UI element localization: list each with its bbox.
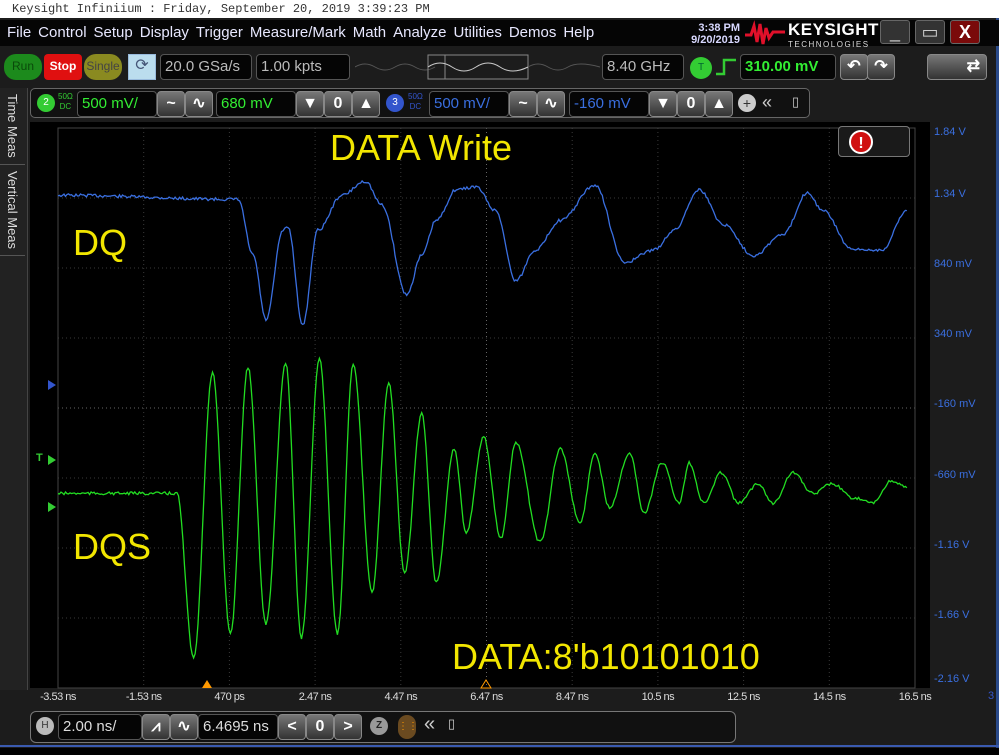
y-label: 340 mV [934, 328, 972, 340]
time-zoom-out-icon[interactable]: ⩘ [142, 714, 170, 740]
x-tick-label: 470 ps [214, 691, 245, 703]
position-left-icon[interactable]: < [278, 714, 306, 740]
x-tick-label: 4.47 ns [384, 691, 418, 703]
position-right-icon[interactable]: > [334, 714, 362, 740]
y-label: 1.34 V [934, 188, 966, 200]
annotation-dqs: DQS [73, 526, 152, 567]
trigger-level-marker[interactable]: T [36, 452, 43, 464]
trigger-level-arrow [48, 455, 56, 465]
y-label: 840 mV [934, 258, 972, 270]
ch3-ground-marker [48, 380, 56, 390]
y-label: -160 mV [934, 398, 976, 410]
annotation-data: DATA:8'b10101010 [452, 636, 760, 677]
horizontal-badge[interactable]: H [36, 717, 54, 735]
waveform-dqs [57, 356, 908, 660]
x-tick-label: 16.5 ns [898, 691, 932, 703]
annotation-dq: DQ [73, 222, 127, 263]
time-position-field[interactable]: 6.4695 ns [198, 714, 278, 740]
x-tick-label: -1.53 ns [125, 691, 162, 703]
y-label: -2.16 V [934, 673, 970, 685]
trigger-position-marker [202, 680, 212, 688]
x-tick-label: 6.47 ns [470, 691, 503, 703]
error-icon: ! [849, 130, 873, 154]
x-tick-label: 12.5 ns [727, 691, 760, 703]
y-label: 1.84 V [934, 126, 966, 138]
x-tick-label: 10.5 ns [641, 691, 675, 703]
y-axis-channel: 3 [988, 690, 995, 702]
y-label: -660 mV [934, 469, 976, 481]
position-zero-icon[interactable]: 0 [306, 714, 334, 740]
x-tick-label: 14.5 ns [813, 691, 846, 703]
y-label: -1.66 V [934, 609, 970, 621]
x-tick-label: 8.47 ns [555, 691, 589, 703]
annotation-title: DATA Write [330, 127, 513, 168]
x-tick-label: -3.53 ns [40, 691, 76, 703]
collapse-bottom-icon[interactable]: « [424, 713, 435, 736]
waveform-dq [57, 179, 907, 326]
y-label: -1.16 V [934, 539, 970, 551]
bottom-edge [0, 745, 999, 747]
ch2-ground-marker [48, 502, 56, 512]
time-scale-field[interactable]: 2.00 ns/ [58, 714, 142, 740]
error-button[interactable]: ! [838, 126, 910, 157]
pin-bottom-icon[interactable]: ▯ [448, 716, 455, 732]
x-tick-label: 2.47 ns [298, 691, 332, 703]
zoom-badge[interactable]: Z [370, 717, 388, 735]
ruler-icon[interactable]: ⋮⋮ [398, 715, 418, 739]
time-wave-icon[interactable]: ∿ [170, 714, 198, 740]
